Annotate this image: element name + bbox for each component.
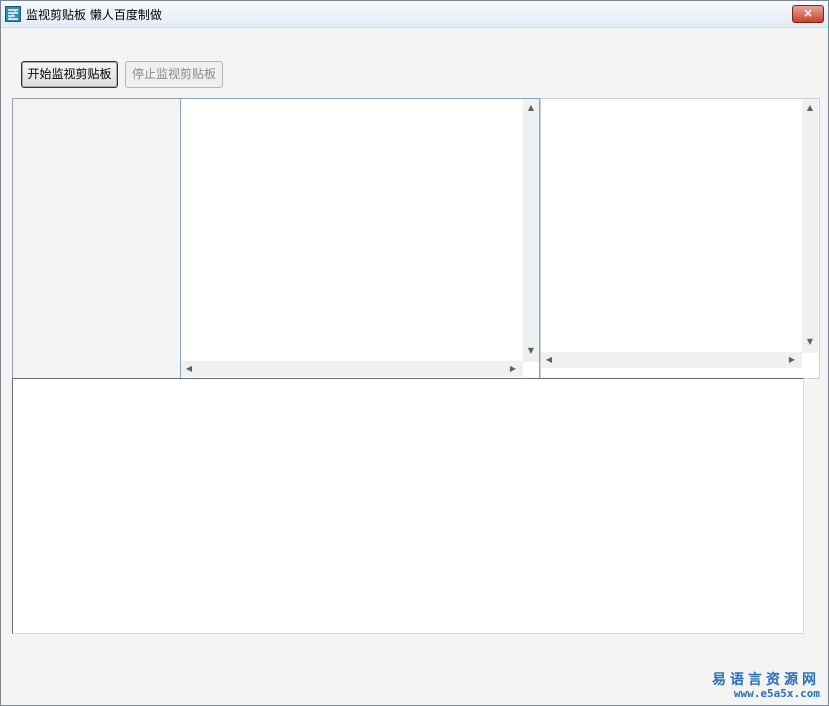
stop-monitor-button[interactable]: 停止监视剪贴板 xyxy=(125,61,223,88)
scroll-right-icon[interactable]: ▶ xyxy=(505,364,521,374)
main-window: 监视剪贴板 懒人百度制做 × 开始监视剪贴板 停止监视剪贴板 ▲ ▼ ◀ ▶ ▲… xyxy=(0,0,829,706)
watermark-url: www.e5a5x.com xyxy=(733,687,820,700)
horizontal-scrollbar[interactable]: ◀ ▶ xyxy=(181,361,523,377)
scroll-down-icon[interactable]: ▼ xyxy=(802,337,818,347)
close-icon: × xyxy=(802,6,814,20)
horizontal-scrollbar[interactable]: ◀ ▶ xyxy=(541,352,802,368)
scroll-left-icon[interactable]: ◀ xyxy=(181,364,197,374)
log-text-box[interactable] xyxy=(12,378,804,634)
scroll-up-icon[interactable]: ▲ xyxy=(802,103,818,113)
start-monitor-button[interactable]: 开始监视剪贴板 xyxy=(21,61,118,88)
scroll-up-icon[interactable]: ▲ xyxy=(523,103,539,113)
scroll-right-icon[interactable]: ▶ xyxy=(784,355,800,365)
window-title: 监视剪贴板 懒人百度制做 xyxy=(26,8,162,22)
left-panel xyxy=(12,98,181,379)
title-bar[interactable]: 监视剪贴板 懒人百度制做 × xyxy=(1,1,828,28)
vertical-scrollbar[interactable]: ▲ ▼ xyxy=(523,99,539,362)
scroll-left-icon[interactable]: ◀ xyxy=(541,355,557,365)
vertical-scrollbar[interactable]: ▲ ▼ xyxy=(802,99,818,353)
app-icon xyxy=(5,6,21,22)
clipboard-text-box[interactable]: ▲ ▼ ◀ ▶ xyxy=(180,98,540,379)
right-text-box[interactable]: ▲ ▼ ◀ ▶ xyxy=(540,98,820,379)
scroll-down-icon[interactable]: ▼ xyxy=(523,346,539,356)
watermark-site-name: 易语言资源网 xyxy=(712,672,820,688)
close-button[interactable]: × xyxy=(792,5,824,23)
